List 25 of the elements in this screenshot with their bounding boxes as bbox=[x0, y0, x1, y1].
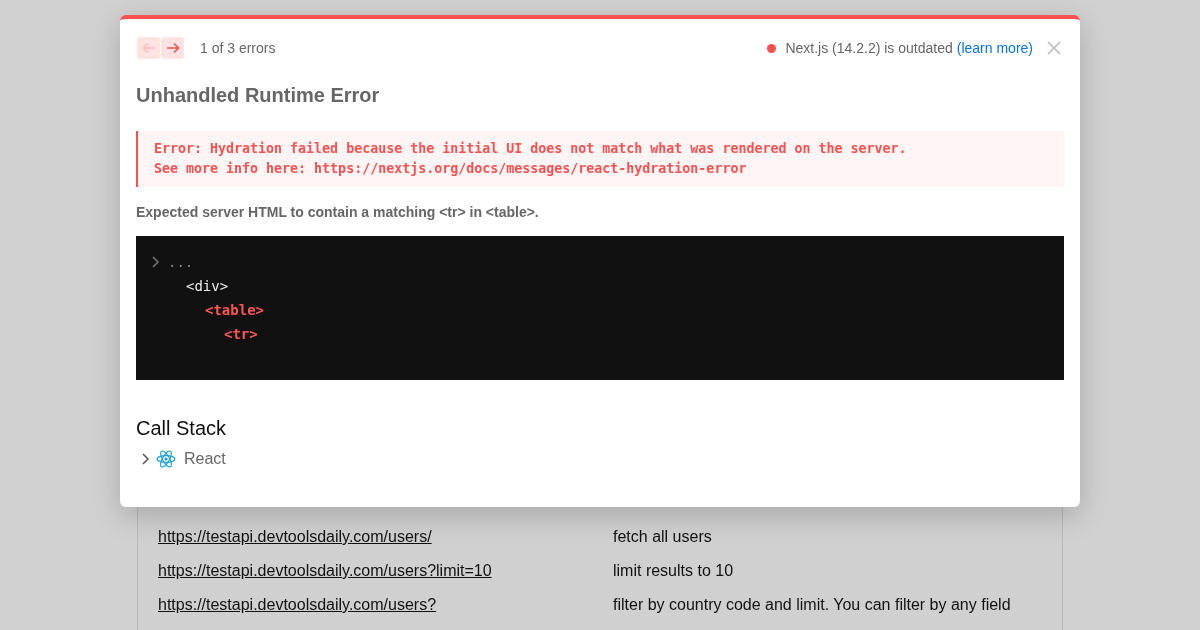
next-button[interactable] bbox=[161, 37, 184, 59]
mismatched-tag: <table> bbox=[205, 298, 264, 322]
left-arrow-icon bbox=[141, 42, 156, 54]
dialog-title: Unhandled Runtime Error bbox=[136, 83, 381, 107]
mismatched-tag: <tr> bbox=[224, 322, 258, 346]
url-link[interactable]: https://testapi.devtoolsdaily.com/users?limit=10 bbox=[158, 560, 613, 582]
chevron-icon[interactable] bbox=[142, 453, 150, 465]
url-link[interactable]: https://testapi.devtoolsdaily.com/users/ bbox=[158, 526, 613, 548]
url-link[interactable]: https://testapi.devtoolsdaily.com/users? bbox=[158, 594, 613, 616]
error-message: Error: Hydration failed because the initial UI does not match what was rendered on the server. See more info here: https://nextjs.org/docs/messages/react-hydration-error bbox=[136, 131, 1064, 187]
frame-label[interactable]: React bbox=[184, 450, 226, 468]
version-notice: Next.js (14.2.2) is outdated bbox=[785, 40, 953, 56]
collapsed-code: ... bbox=[168, 253, 194, 272]
error-description: Expected server HTML to contain a matching <tr> in <table>. bbox=[136, 204, 540, 220]
right-arrow-icon bbox=[165, 42, 180, 54]
error-count: 1 of 3 errors bbox=[200, 40, 276, 56]
code-tag: <div> bbox=[186, 274, 229, 298]
atom-icon bbox=[156, 450, 176, 468]
learn-more-link[interactable]: (learn more) bbox=[956, 40, 1033, 56]
description-text: fetch all users bbox=[613, 527, 713, 547]
call-stack-heading: Call Stack bbox=[136, 416, 228, 440]
description-text: filter by country code and limit. You can filter by any field bbox=[613, 595, 1012, 615]
close-icon[interactable] bbox=[1047, 41, 1061, 55]
description-text: limit results to 10 bbox=[613, 561, 735, 581]
chevron-icon[interactable] bbox=[152, 256, 160, 268]
